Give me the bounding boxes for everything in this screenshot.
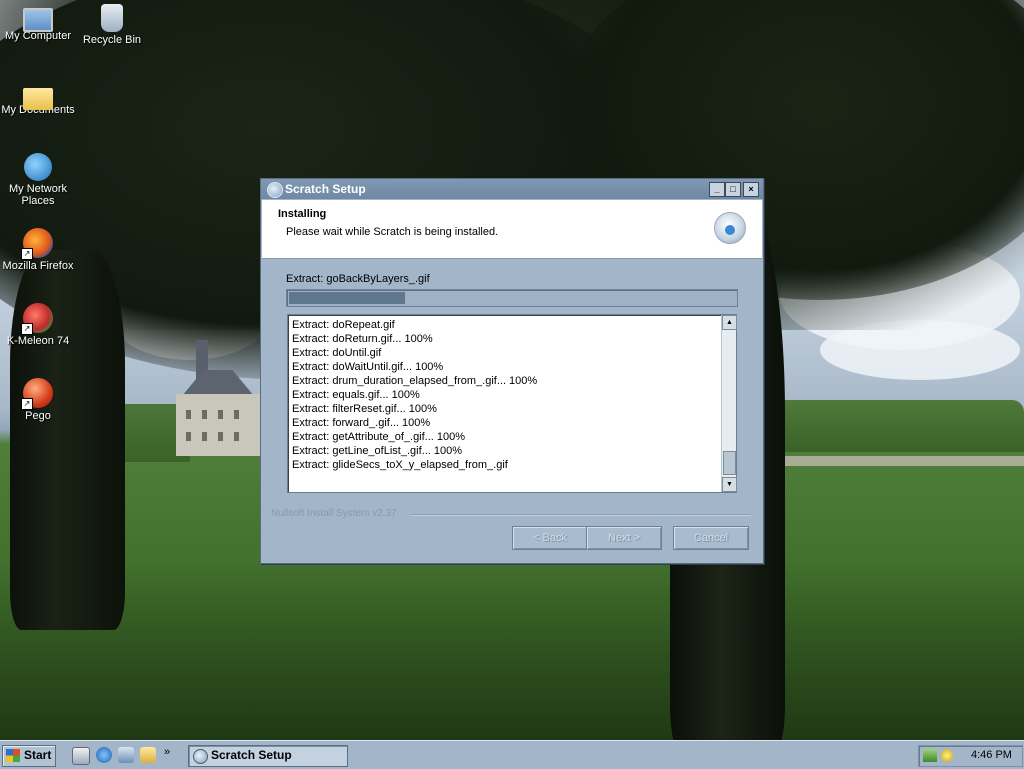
log-line: Extract: doRepeat.gif [292, 319, 395, 331]
shortcut-arrow-icon: ↗ [21, 323, 33, 335]
installer-logo-icon [714, 212, 746, 244]
current-status-text: Extract: goBackByLayers_.gif [286, 273, 430, 285]
system-tray: 4:46 PM [918, 745, 1023, 767]
maximize-button[interactable]: □ [725, 182, 741, 197]
setup-dialog: Scratch Setup _ □ × Installing Please wa… [260, 178, 764, 564]
log-line: Extract: equals.gif... 100% [292, 389, 420, 401]
log-scrollbar[interactable]: ▲ ▼ [721, 315, 737, 492]
windows-logo-icon [6, 749, 20, 762]
installer-branding: Nullsoft Install System v2.37 [271, 508, 397, 519]
log-line: Extract: glideSecs_toX_y_elapsed_from_.g… [292, 459, 508, 471]
pego-icon: ↗ [21, 378, 53, 410]
log-line: Extract: filterReset.gif... 100% [292, 403, 437, 415]
branding-divider [411, 514, 751, 516]
shortcut-arrow-icon: ↗ [21, 398, 33, 410]
page-title: Installing [278, 208, 327, 220]
volume-tray-icon[interactable] [941, 749, 953, 762]
cancel-button[interactable]: Cancel [673, 526, 749, 550]
log-line: Extract: getLine_ofList_.gif... 100% [292, 445, 462, 457]
scroll-up-arrow-icon[interactable]: ▲ [722, 315, 737, 330]
quick-launch-chevron[interactable]: » [164, 746, 170, 758]
internet-explorer-icon[interactable] [96, 747, 112, 763]
desktop-icon-firefox[interactable]: ↗ Mozilla Firefox [0, 228, 76, 272]
minimize-button[interactable]: _ [709, 182, 725, 197]
network-places-icon [24, 153, 52, 181]
log-line: Extract: doReturn.gif... 100% [292, 333, 433, 345]
taskbar-item-label: Scratch Setup [211, 748, 292, 762]
log-lines: Extract: doRepeat.gif Extract: doReturn.g… [292, 318, 537, 472]
back-button[interactable]: < Back [512, 526, 588, 550]
log-line: Extract: doUntil.gif [292, 347, 382, 359]
scroll-down-arrow-icon[interactable]: ▼ [722, 477, 737, 492]
setup-app-icon [193, 749, 208, 764]
my-documents-icon [23, 88, 53, 110]
log-line: Extract: doWaitUntil.gif... 100% [292, 361, 444, 373]
start-label: Start [24, 748, 52, 762]
desktop-icon-network-places[interactable]: My Network Places [0, 153, 76, 207]
dialog-titlebar[interactable]: Scratch Setup _ □ × [261, 179, 763, 199]
log-line: Extract: drum_duration_elapsed_from_.gif… [292, 375, 538, 387]
desktop-icon-label: K-Meleon 74 [6, 335, 70, 347]
desktop-icon-label: Recycle Bin [82, 34, 142, 46]
desktop-icon-label: Mozilla Firefox [2, 260, 74, 272]
setup-app-icon [267, 182, 283, 198]
log-line: Extract: forward_.gif... 100% [292, 417, 431, 429]
desktop-icon-recycle-bin[interactable]: Recycle Bin [74, 4, 150, 46]
log-line: Extract: getAttribute_of_.gif... 100% [292, 431, 466, 443]
dialog-header: Installing Please wait while Scratch is … [262, 200, 762, 259]
page-subtitle: Please wait while Scratch is being insta… [286, 226, 499, 238]
clock[interactable]: 4:46 PM [971, 749, 1012, 761]
desktop-icon-my-computer[interactable]: My Computer [0, 4, 76, 42]
taskbar-item-scratch-setup[interactable]: Scratch Setup [188, 745, 348, 767]
outlook-express-icon[interactable] [118, 747, 134, 763]
firefox-icon: ↗ [21, 228, 53, 260]
show-desktop-icon[interactable] [72, 747, 90, 765]
dialog-title: Scratch Setup [285, 182, 366, 196]
progress-fill [289, 292, 405, 304]
desktop-icon-label: Pego [25, 410, 51, 422]
my-computer-icon [23, 8, 53, 32]
scrollbar-thumb[interactable] [723, 451, 736, 475]
desktop-icon-my-documents[interactable]: My Documents [0, 80, 76, 116]
kmeleon-icon: ↗ [21, 303, 53, 335]
network-tray-icon[interactable] [923, 749, 937, 762]
taskbar: Start » Scratch Setup 4:46 PM [0, 740, 1024, 769]
recycle-bin-icon [101, 4, 123, 32]
explorer-icon[interactable] [140, 747, 156, 763]
shortcut-arrow-icon: ↗ [21, 248, 33, 260]
desktop-icon-label: My Network Places [8, 183, 68, 207]
install-log[interactable]: Extract: doRepeat.gif Extract: doReturn.g… [287, 314, 737, 493]
desktop-icon-pego[interactable]: ↗ Pego [0, 378, 76, 422]
desktop-icon-kmeleon[interactable]: ↗ K-Meleon 74 [0, 303, 76, 347]
start-button[interactable]: Start [2, 745, 56, 767]
next-button[interactable]: Next > [586, 526, 662, 550]
close-button[interactable]: × [743, 182, 759, 197]
install-progress-bar [286, 289, 738, 307]
